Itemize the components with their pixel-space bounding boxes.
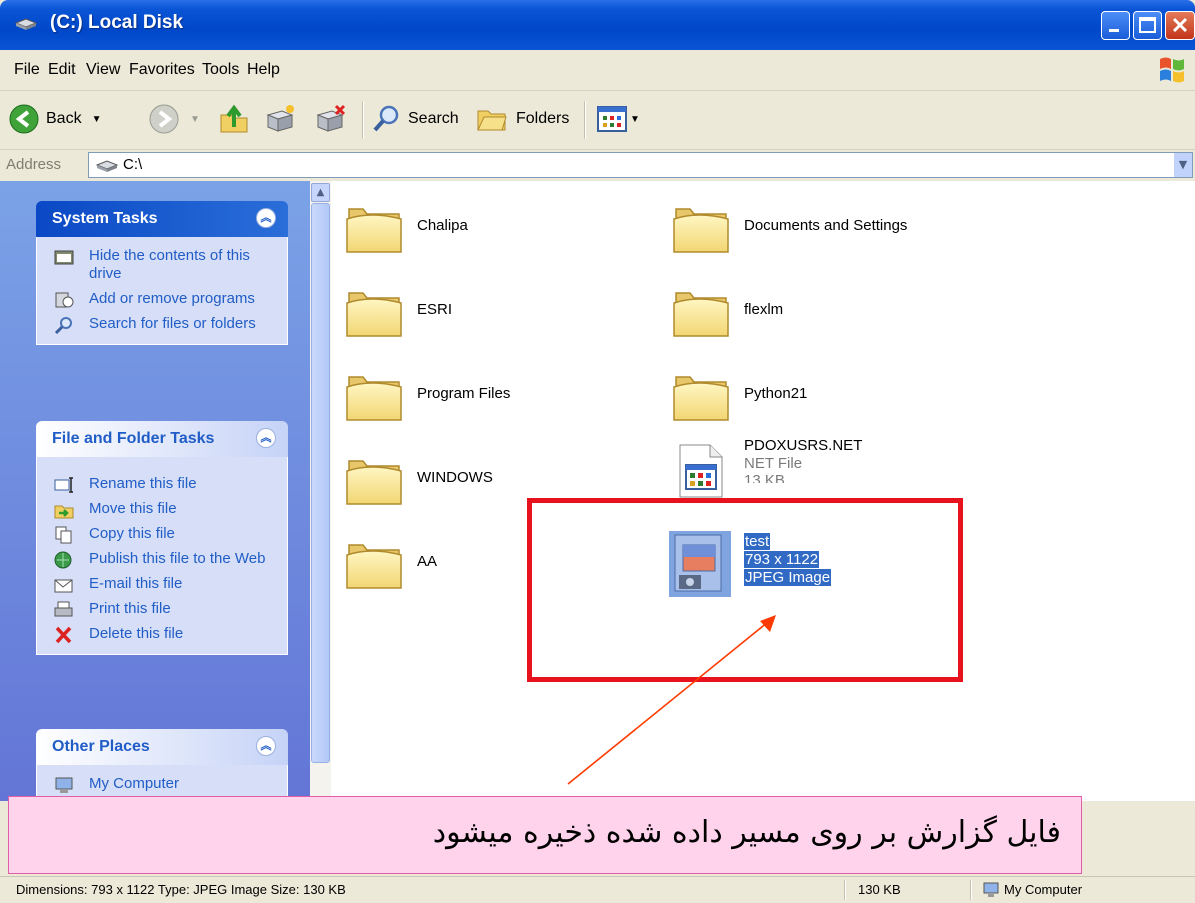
explorer-window: (C:) Local Disk File Edit View Favorites… — [0, 0, 1195, 903]
annotation-caption: فایل گزارش بر روی مسیر داده شده ذخیره می… — [8, 796, 1082, 874]
caption-text: فایل گزارش بر روی مسیر داده شده ذخیره می… — [432, 815, 1061, 850]
status-details: Dimensions: 793 x 1122 Type: JPEG Image … — [16, 882, 346, 897]
status-size: 130 KB — [858, 882, 901, 897]
status-bar: Dimensions: 793 x 1122 Type: JPEG Image … — [0, 876, 1195, 903]
status-zone: My Computer — [1004, 882, 1083, 897]
status-divider — [970, 880, 972, 900]
annotation-arrow — [567, 615, 776, 785]
my-computer-icon — [983, 882, 999, 897]
status-divider — [844, 880, 846, 900]
